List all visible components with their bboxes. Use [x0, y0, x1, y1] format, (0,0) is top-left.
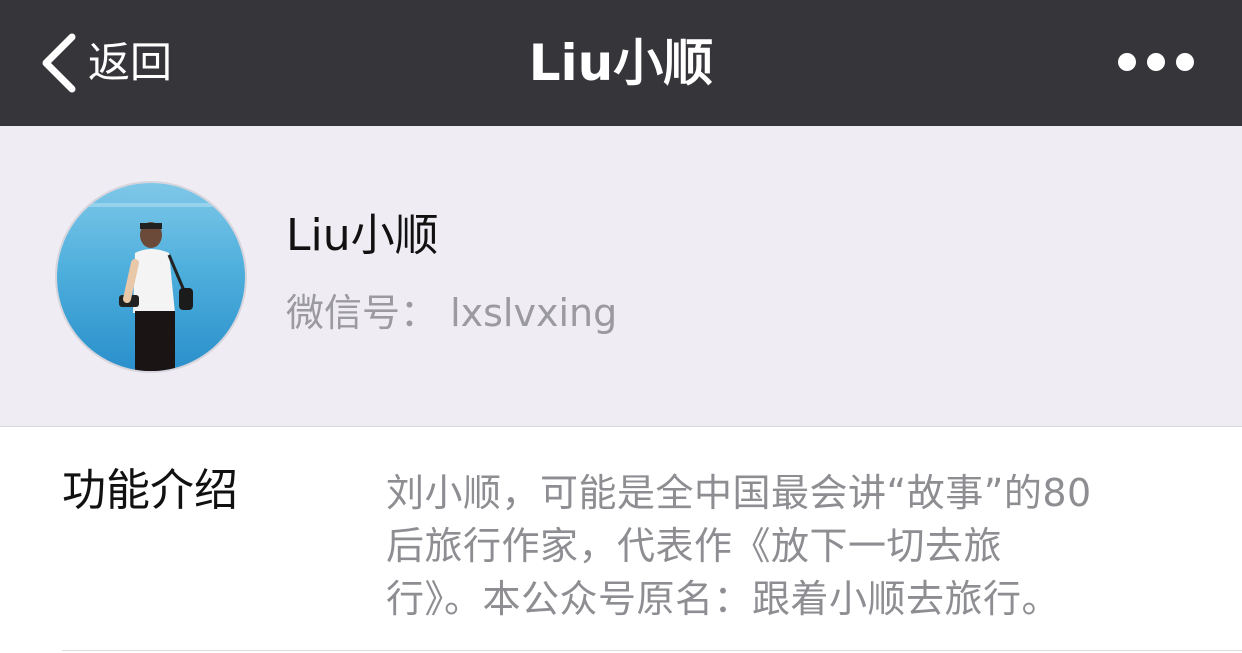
intro-label: 功能介绍 — [62, 465, 238, 516]
avatar-photo — [57, 183, 245, 371]
intro-line: 行》。本公众号原名：跟着小顺去旅行。 — [386, 577, 1061, 621]
chevron-left-icon — [42, 33, 76, 93]
ellipsis-icon — [1147, 53, 1165, 71]
info-section: 功能介绍 刘小顺，可能是全中国最会讲“故事”的80 后旅行作家，代表作《放下一切… — [0, 427, 1242, 653]
back-button[interactable]: 返回 — [38, 28, 172, 98]
ellipsis-icon — [1176, 53, 1194, 71]
nav-bar: 返回 Liu小顺 — [0, 0, 1242, 126]
account-name: Liu小顺 — [286, 210, 439, 261]
profile-header: Liu小顺 微信号： lxslvxing — [0, 126, 1242, 427]
wechat-id: 微信号： lxslvxing — [286, 291, 618, 335]
intro-text: 刘小顺，可能是全中国最会讲“故事”的80 后旅行作家，代表作《放下一切去旅 行》… — [386, 467, 1186, 626]
row-divider — [62, 650, 1242, 651]
intro-line: 刘小顺，可能是全中国最会讲“故事”的80 — [386, 471, 1092, 515]
page-title: Liu小顺 — [528, 34, 714, 92]
more-button[interactable] — [1118, 44, 1194, 80]
ellipsis-icon — [1118, 53, 1136, 71]
avatar[interactable] — [55, 181, 247, 373]
back-label: 返回 — [88, 38, 173, 87]
intro-line: 后旅行作家，代表作《放下一切去旅 — [386, 524, 1003, 568]
